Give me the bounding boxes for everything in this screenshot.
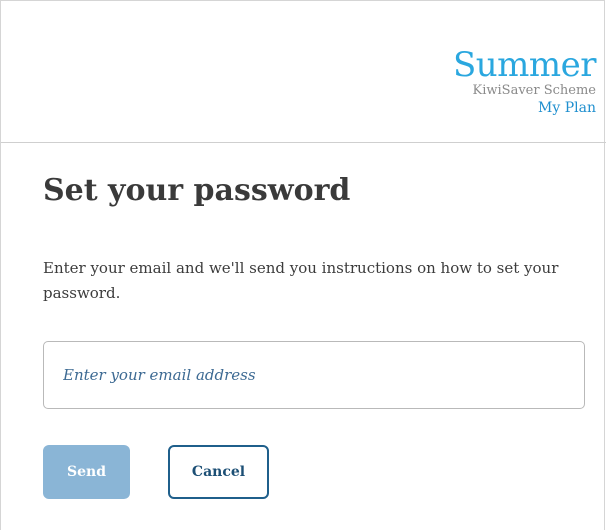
email-field[interactable]: [43, 341, 585, 409]
header: Summer KiwiSaver Scheme My Plan: [1, 1, 606, 143]
cancel-button[interactable]: Cancel: [168, 445, 269, 499]
page-description: Enter your email and we'll send you inst…: [43, 259, 559, 302]
brand-name: Summer: [452, 45, 597, 85]
send-button[interactable]: Send: [43, 445, 130, 499]
page-title: Set your password: [43, 173, 351, 208]
brand-logo: Summer KiwiSaver Scheme My Plan: [452, 45, 597, 117]
brand-plan: My Plan: [538, 100, 596, 116]
brand-subtitle: KiwiSaver Scheme: [472, 83, 596, 98]
page-frame: Summer KiwiSaver Scheme My Plan Set your…: [0, 0, 606, 530]
